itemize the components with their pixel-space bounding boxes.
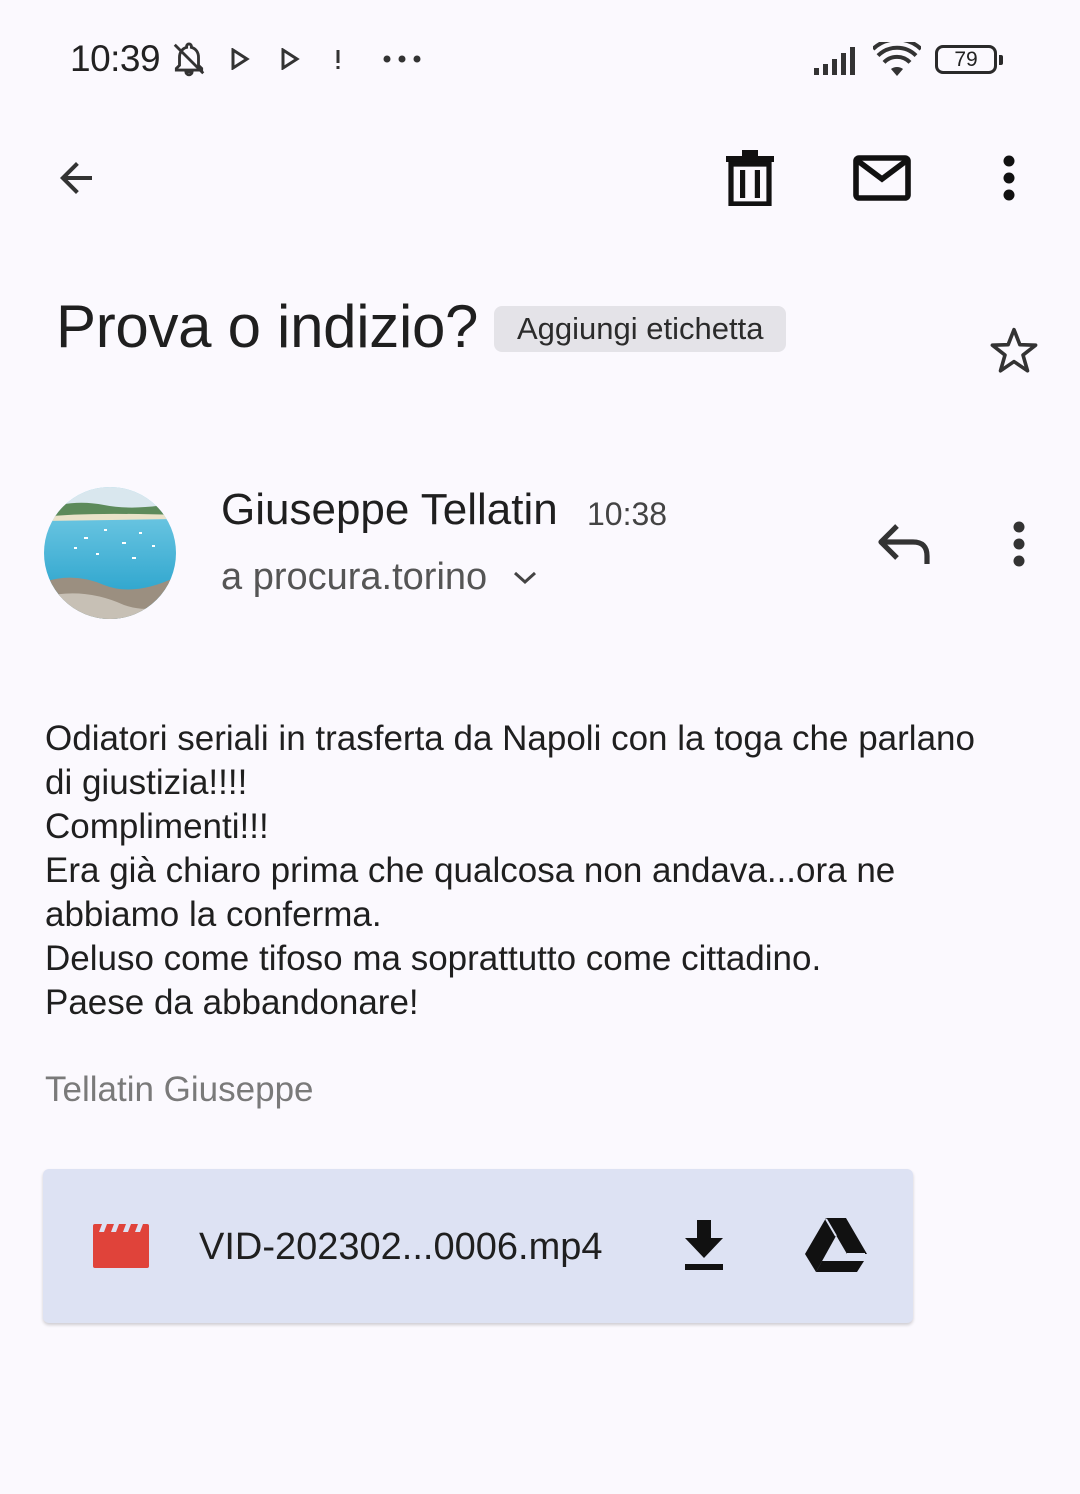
sender-avatar[interactable] [44, 487, 176, 619]
add-label-chip[interactable]: Aggiungi etichetta [494, 306, 787, 352]
recipient-text: a procura.torino [221, 556, 488, 598]
body-line: Paese da abbandonare! [45, 983, 419, 1022]
email-signature: Tellatin Giuseppe [45, 1070, 314, 1109]
sender-name[interactable]: Giuseppe Tellatin [221, 485, 558, 535]
google-drive-icon [805, 1218, 867, 1272]
attachment-file-name[interactable]: VID-202302...0006.mp4 [199, 1226, 603, 1269]
message-more-button[interactable] [994, 515, 1044, 573]
more-dots-icon [383, 55, 421, 63]
reply-button[interactable] [872, 515, 938, 573]
body-line: Complimenti!!! [45, 807, 269, 846]
wifi-icon [873, 42, 921, 76]
trash-icon [726, 150, 774, 206]
arrow-back-icon [60, 162, 92, 194]
more-vert-icon [1003, 155, 1015, 201]
recipient-details-toggle[interactable]: a procura.torino [221, 556, 539, 599]
download-icon [685, 1220, 723, 1270]
more-options-button[interactable] [982, 148, 1036, 208]
star-outline-icon [990, 327, 1038, 373]
alert-icon [336, 50, 340, 69]
email-subject: Prova o indizio? [56, 293, 479, 360]
save-to-drive-button[interactable] [800, 1212, 872, 1278]
avatar-image [44, 487, 176, 619]
back-button[interactable] [44, 148, 108, 208]
star-button[interactable] [982, 320, 1046, 382]
bell-off-icon [173, 42, 205, 77]
chevron-down-icon [514, 571, 537, 584]
signal-icon [814, 47, 855, 75]
download-button[interactable] [676, 1214, 732, 1276]
more-vert-icon [1013, 521, 1025, 567]
body-line: Odiatori seriali in trasferta da Napoli … [45, 719, 975, 802]
video-file-icon [93, 1224, 149, 1268]
body-line: Era già chiaro prima che qualcosa non an… [45, 851, 896, 934]
battery-icon: 79 [935, 45, 1003, 74]
mark-unread-button[interactable] [846, 148, 918, 208]
battery-level: 79 [954, 48, 978, 71]
mail-icon [853, 155, 911, 201]
reply-icon [878, 524, 930, 564]
status-time: 10:39 [70, 38, 161, 79]
delete-button[interactable] [718, 148, 782, 208]
email-time: 10:38 [587, 496, 668, 532]
play-store-icon [281, 48, 300, 70]
play-store-icon [231, 48, 250, 70]
body-line: Deluso come tifoso ma soprattutto come c… [45, 939, 822, 978]
email-body: Odiatori seriali in trasferta da Napoli … [45, 717, 1005, 1025]
